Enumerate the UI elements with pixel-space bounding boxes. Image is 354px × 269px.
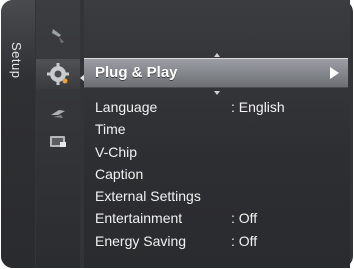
menu-item-energy-saving[interactable]: Energy Saving : Off xyxy=(95,230,345,252)
selected-item-label: Plug & Play xyxy=(95,64,178,81)
setup-side-tab[interactable]: Setup xyxy=(1,0,35,268)
menu-item-value: : English xyxy=(231,99,285,115)
play-arrow-icon xyxy=(330,67,339,79)
menu-item-language[interactable]: Language : English xyxy=(95,96,345,118)
menu-item-time[interactable]: Time xyxy=(95,118,345,140)
setup-gear-icon[interactable] xyxy=(36,59,80,89)
input-icon[interactable] xyxy=(47,103,69,125)
scroll-down-icon[interactable] xyxy=(214,91,220,95)
application-icon[interactable] xyxy=(47,131,69,153)
category-icon-column xyxy=(36,0,80,268)
menu-item-v-chip[interactable]: V-Chip xyxy=(95,141,345,163)
side-tab-label: Setup xyxy=(9,42,24,79)
menu-item-label: Time xyxy=(95,121,126,138)
menu-item-caption[interactable]: Caption xyxy=(95,163,345,185)
menu-item-label: Entertainment xyxy=(95,210,183,227)
menu-item-value: : Off xyxy=(231,210,258,227)
menu-item-label: Energy Saving xyxy=(95,232,187,249)
setup-menu-list: Language : English Time V-Chip Caption E… xyxy=(95,96,345,252)
menu-item-external-settings[interactable]: External Settings xyxy=(95,185,345,207)
scroll-up-icon[interactable] xyxy=(214,53,220,57)
menu-item-entertainment[interactable]: Entertainment : Off xyxy=(95,207,345,229)
menu-item-label: Caption xyxy=(95,165,144,182)
menu-item-value: : Off xyxy=(231,232,258,249)
tv-menu-screen: Setup Plug & Play Language: English Tim… xyxy=(0,0,354,269)
menu-item-label: V-Chip xyxy=(95,143,138,160)
menu-item-label: Language xyxy=(95,99,158,115)
menu-item-label: External Settings xyxy=(95,188,201,205)
picture-icon[interactable] xyxy=(47,25,69,47)
